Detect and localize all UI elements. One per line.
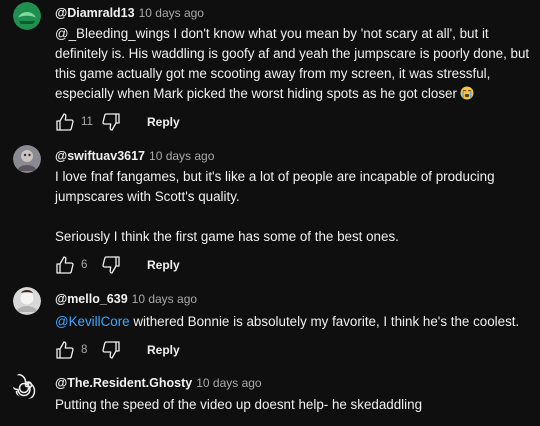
comment-line: @KevillCore withered Bonnie is absolutel…: [55, 312, 540, 332]
user-mention-link[interactable]: @KevillCore: [55, 314, 130, 329]
comment-author[interactable]: @swiftuav3617: [55, 149, 145, 163]
comment-author[interactable]: @Diamrald13: [55, 6, 135, 20]
comment-line: definitely is. His waddling is goofy af …: [55, 46, 530, 61]
comment-line: @_Bleeding_wings I don't know what you m…: [55, 26, 489, 41]
comment-timestamp[interactable]: 10 days ago: [132, 292, 197, 306]
like-thumb-up-icon[interactable]: [55, 340, 75, 360]
comment-actions: 11 Reply: [55, 112, 180, 132]
comment-line: Seriously I think the first game has som…: [55, 229, 399, 244]
avatar[interactable]: [13, 287, 41, 315]
user-avatar-icon: [13, 2, 41, 30]
avatar[interactable]: [13, 2, 41, 30]
dislike-thumb-down-icon[interactable]: [101, 340, 121, 360]
comment-line: jumpscares with Scott's quality.: [55, 189, 240, 204]
dislike-thumb-down-icon[interactable]: [101, 255, 121, 275]
user-avatar-icon: [13, 145, 41, 173]
comment-line-text: withered Bonnie is absolutely my favorit…: [129, 314, 520, 329]
like-thumb-up-icon[interactable]: [55, 255, 75, 275]
comment-header: @swiftuav3617 10 days ago: [55, 148, 214, 164]
like-count: 6: [81, 259, 88, 271]
like-count: 8: [81, 344, 88, 356]
comment-actions: 6 Reply: [55, 255, 180, 275]
comment-header: @mello_639 10 days ago: [55, 291, 197, 307]
reply-button[interactable]: Reply: [147, 258, 180, 272]
comment-actions: 8 Reply: [55, 340, 180, 360]
comment-header: @The.Resident.Ghosty 10 days ago: [55, 375, 262, 391]
comment-line-with-emoji: especially when Mark picked the worst hi…: [55, 84, 540, 104]
comment-timestamp[interactable]: 10 days ago: [149, 149, 214, 163]
comment-thread: @swiftuav3617 10 days ago I love fnaf fan…: [0, 140, 540, 282]
comment-timestamp[interactable]: 10 days ago: [196, 376, 261, 390]
comment-line: I love fnaf fangames, but it's like a lo…: [55, 169, 495, 184]
comment-body: @KevillCore withered Bonnie is absolutel…: [55, 312, 540, 332]
comment-body: I love fnaf fangames, but it's like a lo…: [55, 167, 540, 247]
comment-thread: @Diamrald13 10 days ago @_Bleeding_wings …: [0, 0, 540, 140]
spiral-avatar-icon: [13, 371, 41, 399]
dislike-thumb-down-icon[interactable]: [101, 112, 121, 132]
comment-header: @Diamrald13 10 days ago: [55, 5, 204, 21]
user-avatar-icon: [13, 287, 41, 315]
avatar[interactable]: [13, 145, 41, 173]
comment-line: Putting the speed of the video up doesnt…: [55, 397, 423, 412]
comment-thread: @The.Resident.Ghosty 10 days ago Putting …: [0, 367, 540, 426]
comment-thread: @mello_639 10 days ago @KevillCore wither…: [0, 282, 540, 367]
comment-body: Putting the speed of the video up doesnt…: [55, 395, 540, 415]
reply-button[interactable]: Reply: [147, 115, 180, 129]
comment-body: @_Bleeding_wings I don't know what you m…: [55, 24, 540, 104]
reply-button[interactable]: Reply: [147, 343, 180, 357]
loudly-crying-face-emoji-icon: [460, 86, 474, 100]
like-thumb-up-icon[interactable]: [55, 112, 75, 132]
comment-line: [55, 207, 540, 227]
comment-line-text: especially when Mark picked the worst hi…: [55, 86, 457, 101]
comment-line: this game actually got me scooting away …: [55, 66, 491, 81]
comment-timestamp[interactable]: 10 days ago: [139, 6, 204, 20]
comment-author[interactable]: @The.Resident.Ghosty: [55, 376, 192, 390]
like-count: 11: [81, 116, 93, 128]
avatar[interactable]: [13, 371, 41, 399]
comment-author[interactable]: @mello_639: [55, 292, 128, 306]
